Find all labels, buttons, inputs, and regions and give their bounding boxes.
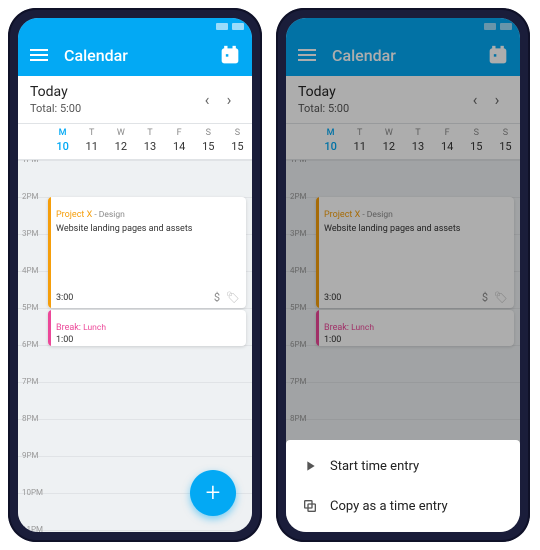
appbar-title: Calendar xyxy=(64,46,220,65)
tag-icon: 🏷 xyxy=(226,291,240,304)
hour-row: 1PM xyxy=(18,160,252,197)
weekday-cell[interactable]: T13 xyxy=(135,128,164,153)
hour-label: 1PM xyxy=(22,160,39,164)
copy-icon xyxy=(302,498,330,514)
phone-left: Calendar Today Total: 5:00 ‹ › M10T11W12… xyxy=(8,8,262,542)
billable-icon: $ xyxy=(214,291,220,304)
sheet-start-entry[interactable]: Start time entry xyxy=(286,446,520,486)
hour-label: 5PM xyxy=(22,303,39,312)
sheet-copy-entry[interactable]: Copy as a time entry xyxy=(286,486,520,526)
weekday-cell[interactable]: F14 xyxy=(165,128,194,153)
hour-label: 9PM xyxy=(22,451,39,460)
weekday-cell[interactable]: S15 xyxy=(223,128,252,153)
calendar-icon[interactable] xyxy=(220,45,240,65)
screen-right: Calendar Today Total: 5:00 ‹ › M10T11W12… xyxy=(286,18,520,532)
sheet-start-label: Start time entry xyxy=(330,459,419,474)
weekday-cell[interactable]: T11 xyxy=(77,128,106,153)
sheet-copy-label: Copy as a time entry xyxy=(330,499,448,514)
hour-label: 10PM xyxy=(22,488,43,497)
fab-add-button[interactable]: + xyxy=(190,470,236,516)
week-row-left: M10T11W12T13F14S15S15 xyxy=(18,124,252,160)
hour-label: 2PM xyxy=(22,192,39,201)
hour-label: 3PM xyxy=(22,229,39,238)
hour-row: 6PM xyxy=(18,345,252,382)
app-bar: Calendar xyxy=(18,34,252,76)
phone-right: Calendar Today Total: 5:00 ‹ › M10T11W12… xyxy=(276,8,530,542)
weekday-cell[interactable]: S15 xyxy=(194,128,223,153)
screen-left: Calendar Today Total: 5:00 ‹ › M10T11W12… xyxy=(18,18,252,532)
next-day-button[interactable]: › xyxy=(218,90,240,109)
weekday-cell[interactable]: W12 xyxy=(106,128,135,153)
prev-day-button[interactable]: ‹ xyxy=(196,90,218,109)
status-bar xyxy=(18,18,252,34)
hour-label: 6PM xyxy=(22,340,39,349)
date-today-label: Today xyxy=(30,84,196,100)
date-total-label: Total: 5:00 xyxy=(30,102,196,115)
time-entry-lunch[interactable]: Break: Lunch1:00 xyxy=(48,310,246,346)
hour-row: 7PM xyxy=(18,382,252,419)
hour-label: 11PM xyxy=(22,525,43,532)
hour-label: 4PM xyxy=(22,266,39,275)
hour-label: 7PM xyxy=(22,377,39,386)
timeline-left[interactable]: 1PM2PM3PM4PM5PM6PM7PM8PM9PM10PM11PMProje… xyxy=(18,160,252,532)
date-header: Today Total: 5:00 ‹ › xyxy=(18,76,252,124)
time-entry-design[interactable]: Project X - DesignWebsite landing pages … xyxy=(48,197,246,308)
menu-icon[interactable] xyxy=(30,49,48,61)
play-icon xyxy=(302,458,330,474)
hour-row: 8PM xyxy=(18,419,252,456)
weekday-cell[interactable]: M10 xyxy=(48,128,77,153)
hour-row: 11PM xyxy=(18,530,252,532)
bottom-sheet: Start time entry Copy as a time entry xyxy=(286,440,520,532)
hour-label: 8PM xyxy=(22,414,39,423)
